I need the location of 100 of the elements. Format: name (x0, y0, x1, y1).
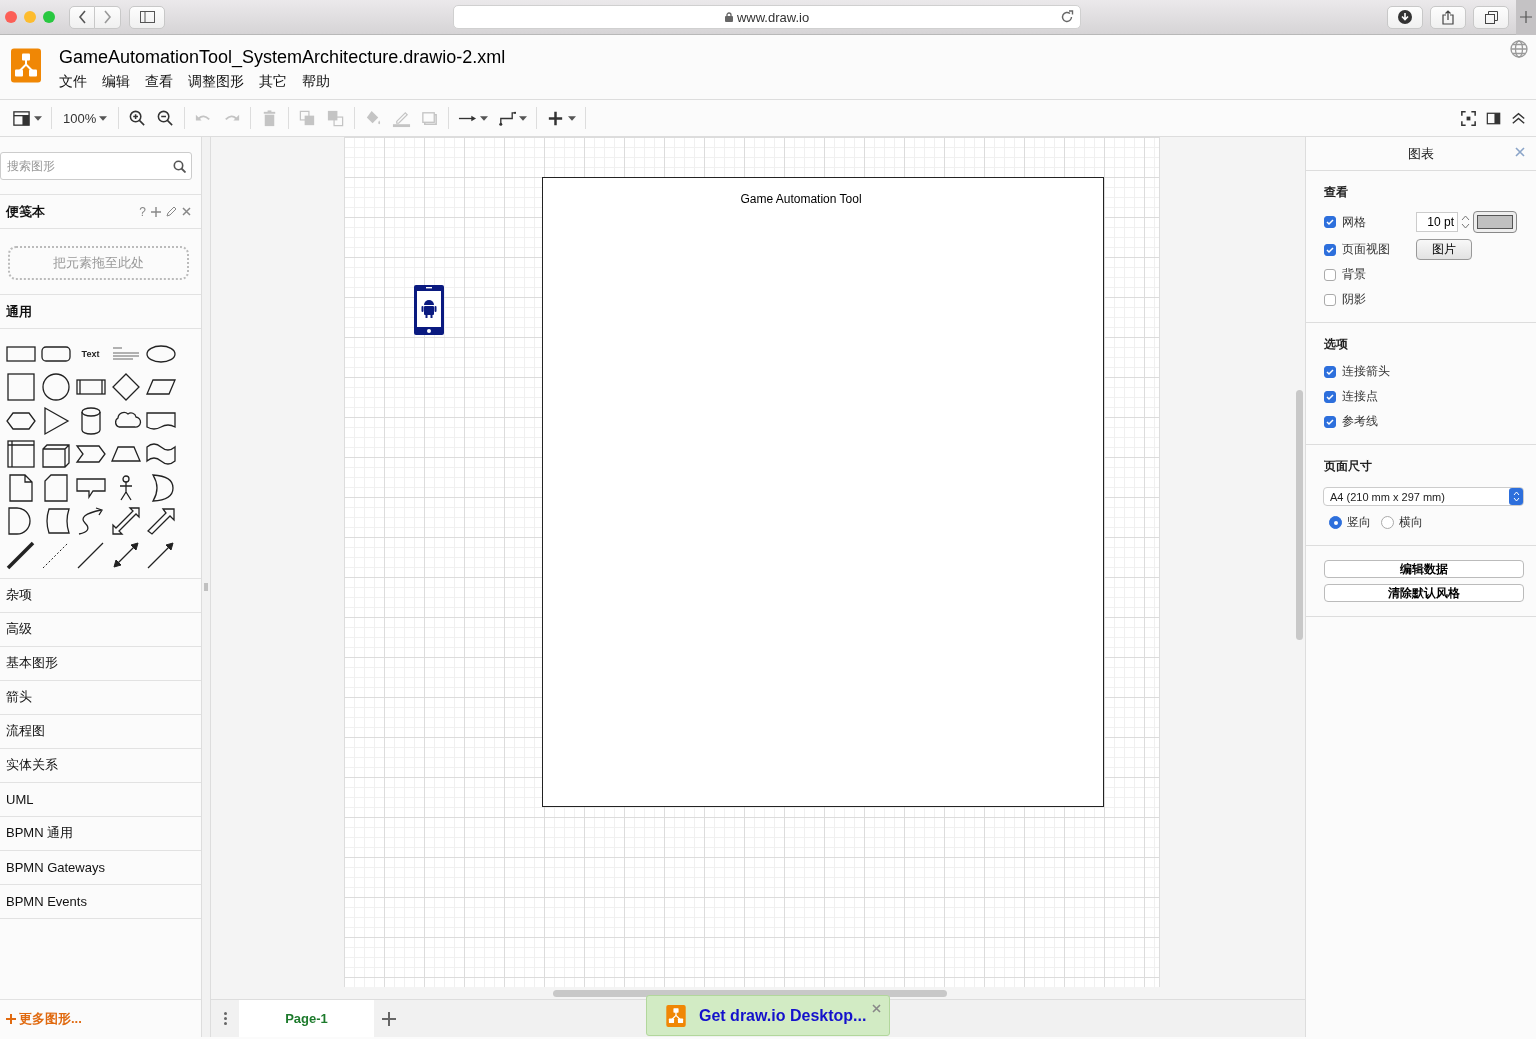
back-icon (77, 10, 87, 24)
checkbox[interactable] (1324, 293, 1336, 306)
search-icon[interactable] (173, 160, 186, 173)
share-button[interactable] (1430, 5, 1466, 29)
menu-item[interactable]: 其它 (259, 73, 287, 91)
zoom-in-button[interactable] (128, 108, 148, 128)
internal-storage-icon[interactable] (4, 438, 37, 471)
text-shape[interactable]: Text (81, 348, 100, 359)
zoom-in-icon (128, 108, 148, 128)
stepper-icon[interactable] (1461, 214, 1470, 230)
downloads-button[interactable] (1387, 5, 1423, 29)
menu-item[interactable]: 帮助 (302, 73, 330, 91)
globe-icon[interactable] (1510, 40, 1528, 58)
share-icon (1442, 9, 1454, 25)
check-icon (1325, 416, 1335, 427)
vertical-scrollbar[interactable] (1296, 390, 1303, 640)
to-back-icon (326, 108, 346, 128)
checkbox[interactable] (1324, 365, 1336, 378)
layout-icon (12, 108, 31, 128)
fullscreen-button[interactable] (1459, 108, 1478, 128)
document-title[interactable]: GameAutomationTool_SystemArchitecture.drawio-2.xml (59, 47, 506, 67)
page-tab[interactable]: Page-1 (239, 1000, 374, 1037)
menu-item[interactable]: 文件 (59, 73, 87, 91)
checkbox[interactable] (1324, 243, 1336, 256)
grid-size-field[interactable]: 10 pt (1416, 212, 1458, 232)
caret-icon[interactable] (99, 115, 108, 121)
banner-link[interactable]: Get draw.io Desktop... (699, 1006, 867, 1025)
panel-button[interactable]: 清除默认风格 (1324, 584, 1524, 602)
checkbox-label: 阴影 (1342, 291, 1366, 308)
panel-button[interactable]: 编辑数据 (1324, 560, 1524, 578)
stepper-icon (1512, 491, 1520, 502)
sidebar-button[interactable] (129, 5, 165, 29)
section-header[interactable]: 便笺本 (6, 202, 45, 221)
search-field[interactable]: 搜索图形 (0, 152, 192, 180)
checkbox-label: 页面视图 (1342, 241, 1390, 258)
square-icon[interactable] (4, 371, 37, 404)
checkbox-label: 网格 (1342, 213, 1366, 231)
radio-label: 横向 (1399, 514, 1423, 531)
check-icon (1325, 391, 1335, 402)
checkbox[interactable] (1324, 268, 1336, 281)
reload-icon[interactable] (1060, 10, 1074, 24)
zoom-dropdown[interactable]: 100% (61, 110, 110, 126)
plus-icon[interactable] (151, 206, 161, 217)
tabs-button[interactable] (1473, 5, 1509, 29)
drag-handle-icon[interactable] (204, 583, 208, 591)
checkbox-label: 连接点 (1342, 388, 1378, 405)
url-text: www.draw.io (736, 9, 810, 25)
radio-label: 竖向 (1347, 514, 1371, 531)
image-button[interactable]: 图片 (1416, 239, 1472, 260)
grid-color-button[interactable] (1473, 211, 1517, 233)
check-icon (1325, 244, 1335, 255)
checkbox-label: 背景 (1342, 266, 1366, 283)
caret-icon[interactable] (568, 115, 577, 121)
caret-icon[interactable] (519, 115, 528, 121)
caret-icon[interactable] (34, 115, 42, 121)
more-icon (223, 1012, 227, 1025)
sidebar-icon (139, 11, 155, 23)
plus-icon[interactable] (6, 1013, 16, 1024)
check-icon (1325, 217, 1335, 227)
pencil-icon[interactable] (166, 206, 177, 217)
zoom-out-button[interactable] (156, 108, 176, 128)
app-logo (665, 1004, 687, 1027)
plus-icon (382, 1011, 396, 1026)
checkbox-label: 连接箭头 (1342, 363, 1390, 380)
double-arrow-icon[interactable] (109, 505, 142, 538)
section-title: 查看 (1324, 184, 1349, 201)
section-title: 选项 (1324, 336, 1349, 353)
radio-button[interactable] (1381, 516, 1394, 529)
checkbox-label: 参考线 (1342, 413, 1378, 430)
download-banner[interactable]: Get draw.io Desktop... (646, 995, 890, 1036)
app-logo[interactable] (11, 48, 41, 83)
section-title: 页面尺寸 (1324, 458, 1373, 475)
radio-button[interactable] (1329, 516, 1342, 529)
download-icon (1398, 10, 1412, 24)
plus-icon (1520, 11, 1532, 23)
fullscreen-icon (1459, 108, 1478, 128)
menu-item[interactable]: 调整图形 (188, 73, 244, 91)
layout-button[interactable] (12, 108, 42, 128)
panel-title: 图表 (1408, 144, 1434, 163)
caret-icon[interactable] (480, 115, 489, 121)
menu-item[interactable]: 查看 (145, 73, 173, 91)
checkbox[interactable] (1324, 390, 1336, 403)
container-shape[interactable]: Game Automation Tool (542, 177, 1104, 807)
container-title[interactable]: Game Automation Tool (740, 192, 862, 207)
checkbox[interactable] (1324, 216, 1336, 228)
circle-icon[interactable] (39, 371, 72, 404)
menu-item[interactable]: 编辑 (102, 73, 130, 91)
zoom-out-icon (156, 108, 176, 128)
forward-icon (103, 10, 112, 24)
page-size-select[interactable]: A4 (210 mm x 297 mm) (1323, 487, 1524, 506)
check-icon (1325, 366, 1335, 377)
tabs-icon (1484, 10, 1498, 24)
checkbox[interactable] (1324, 415, 1336, 428)
help-link[interactable]: ? (139, 204, 146, 219)
android-phone-icon[interactable] (414, 285, 444, 335)
address-bar[interactable]: www.draw.io (453, 5, 1081, 29)
close-icon[interactable] (182, 207, 191, 216)
lock-icon (724, 12, 733, 22)
back-button[interactable] (69, 5, 95, 29)
close-icon[interactable] (872, 1004, 881, 1013)
